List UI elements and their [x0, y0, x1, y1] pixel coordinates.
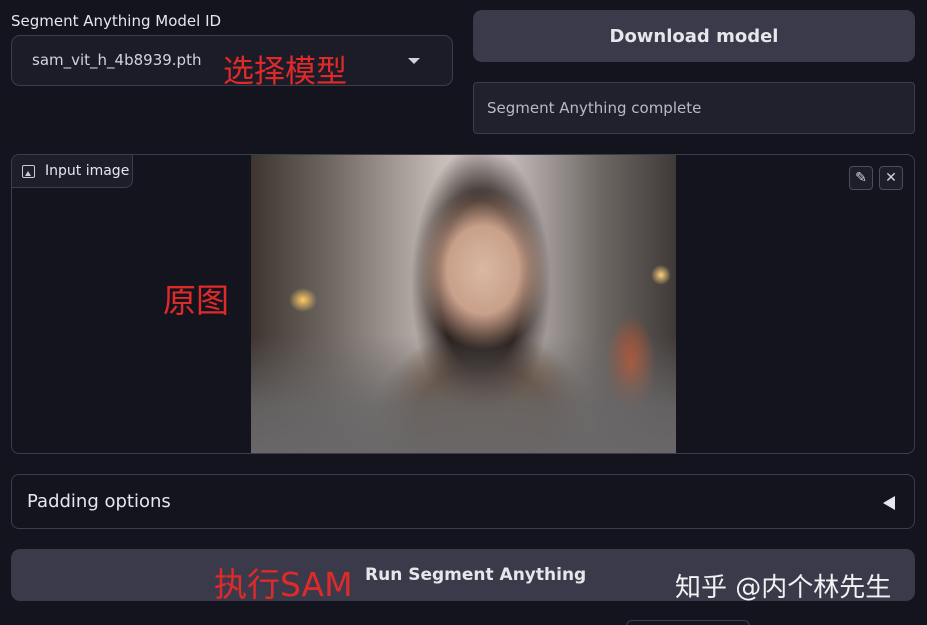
input-image-panel[interactable]: Input image ✎ ✕: [11, 154, 915, 454]
photo-street-blur: [251, 335, 676, 453]
watermark: 知乎 @内个林先生: [675, 573, 892, 603]
input-image-label: Input image: [45, 163, 130, 179]
model-id-label: Segment Anything Model ID: [11, 12, 222, 30]
annotation-original-image: 原图: [163, 281, 229, 320]
bottom-control-sliver: [626, 620, 750, 625]
status-output-box: Segment Anything complete: [473, 82, 915, 134]
padding-options-label: Padding options: [27, 491, 171, 512]
annotation-select-model: 选择模型: [223, 54, 347, 90]
model-select-value: sam_vit_h_4b8939.pth: [32, 51, 202, 69]
input-photo: [251, 155, 676, 453]
chevron-down-icon: [408, 58, 420, 64]
input-image-tag: Input image: [12, 155, 133, 188]
annotation-run-sam: 执行SAM: [214, 565, 353, 604]
close-icon[interactable]: ✕: [879, 166, 903, 190]
triangle-left-icon: [883, 496, 895, 510]
download-model-button[interactable]: Download model: [473, 10, 915, 62]
padding-options-accordion[interactable]: Padding options: [11, 474, 915, 529]
status-text: Segment Anything complete: [487, 99, 702, 117]
run-button-label: Run Segment Anything: [365, 565, 587, 585]
pencil-icon[interactable]: ✎: [849, 166, 873, 190]
image-icon: [22, 164, 35, 178]
